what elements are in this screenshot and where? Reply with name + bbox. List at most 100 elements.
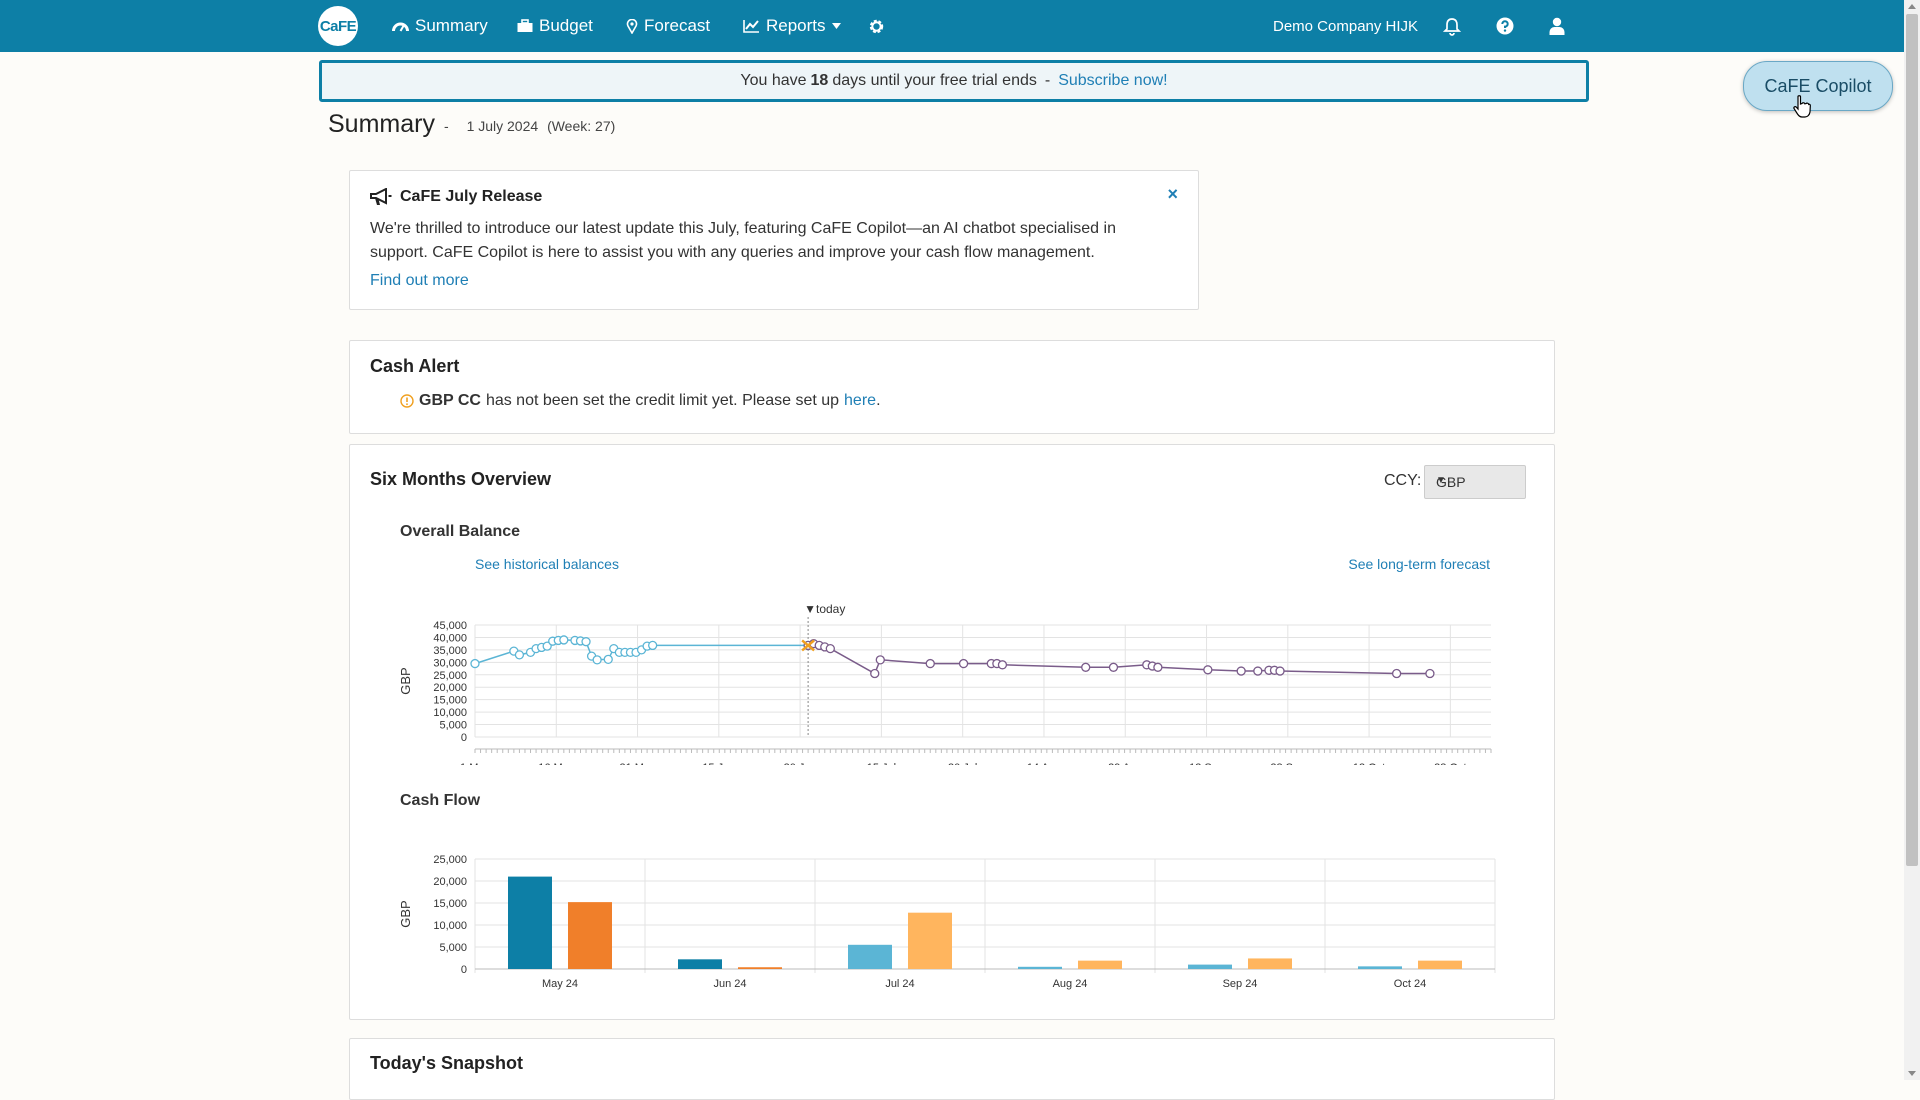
scroll-down-arrow-icon[interactable] [1908, 1071, 1916, 1076]
page-scrollbar[interactable] [1904, 0, 1920, 1080]
trial-separator: - [1044, 72, 1051, 89]
balance-data-point [1203, 665, 1213, 675]
nav-reports[interactable]: Reports [743, 0, 841, 52]
cashflow-bar [1418, 960, 1462, 969]
gear-icon [869, 19, 884, 33]
subscribe-link[interactable]: Subscribe now! [1058, 72, 1167, 90]
balance-x-tick-label: 13 Sep [1189, 762, 1224, 765]
release-header: CaFE July Release [370, 188, 542, 206]
balance-data-point [581, 637, 591, 647]
dashboard-icon [392, 22, 409, 32]
balance-data-point [1153, 662, 1163, 672]
cashflow-bar [908, 912, 952, 969]
location-pin-icon [626, 18, 638, 34]
balance-data-point [825, 643, 835, 654]
warning-circle-icon [400, 394, 414, 408]
cashflow-y-tick-label: 25,000 [433, 854, 467, 866]
line-chart-icon [743, 20, 759, 33]
balance-x-tick-label: 1 May [460, 762, 490, 765]
user-menu-button[interactable] [1549, 0, 1565, 52]
cafe-logo[interactable]: CaFE [318, 6, 358, 46]
cashflow-bar [1078, 960, 1122, 969]
trial-prefix: You have [740, 72, 807, 89]
cashflow-bar [738, 967, 782, 969]
notifications-button[interactable] [1443, 0, 1461, 52]
alert-set-up-link[interactable]: here [844, 392, 876, 409]
cashflow-x-tick-label: Aug 24 [1053, 978, 1088, 990]
chevron-down-icon: ▼ [1436, 475, 1446, 486]
page-date: - 1 July 2024 (Week: 27) [444, 118, 615, 134]
balance-y-tick-label: 35,000 [433, 645, 467, 657]
balance-data-point [559, 635, 569, 645]
today-marker-label: ▼today [804, 602, 845, 616]
balance-data-point [925, 658, 935, 669]
cashflow-x-tick-label: Oct 24 [1394, 978, 1426, 990]
help-button[interactable] [1496, 0, 1514, 52]
cashflow-x-tick-label: Sep 24 [1223, 978, 1258, 990]
trial-suffix: days until your free trial ends [832, 72, 1037, 89]
balance-data-point [514, 650, 525, 660]
nav-summary[interactable]: Summary [392, 0, 488, 52]
find-out-more-link[interactable]: Find out more [370, 272, 469, 290]
ccy-select[interactable]: GBP ▼ [1424, 465, 1526, 499]
nav-settings[interactable] [868, 0, 885, 52]
cashflow-bar [678, 959, 722, 969]
cashflow-y-tick-label: 0 [461, 964, 467, 976]
balance-x-tick-label: 14 Aug [1027, 762, 1061, 765]
balance-data-point [1081, 662, 1091, 672]
cashflow-y-axis-label: GBP [398, 900, 413, 927]
nav-reports-label: Reports [766, 16, 826, 35]
close-icon[interactable]: × [1167, 184, 1178, 205]
balance-x-tick-label: 30 Jul [948, 762, 977, 765]
balance-x-tick-label: 15 Jun [702, 762, 735, 765]
copilot-button[interactable]: CaFE Copilot [1743, 61, 1893, 111]
trial-banner: You have 18 days until your free trial e… [319, 60, 1589, 102]
cash-alert-card: Cash Alert GBP CC has not been set the c… [349, 340, 1555, 434]
cashflow-bar [1188, 964, 1232, 969]
question-circle-icon [1496, 17, 1514, 35]
nav-budget[interactable]: Budget [517, 0, 593, 52]
balance-data-point [997, 660, 1008, 670]
balance-y-tick-label: 0 [461, 732, 467, 744]
historical-balances-link[interactable]: See historical balances [475, 556, 619, 572]
cashflow-x-tick-label: Jul 24 [885, 978, 914, 990]
alert-account: GBP CC [419, 392, 481, 409]
balance-data-point [1391, 668, 1402, 679]
company-name[interactable]: Demo Company HIJK [1273, 0, 1418, 52]
balance-y-tick-label: 40,000 [433, 632, 467, 644]
nav-forecast-label: Forecast [644, 16, 711, 35]
trial-days: 18 [810, 72, 829, 89]
cashflow-bar [848, 944, 892, 969]
bell-icon [1443, 17, 1461, 36]
user-icon [1549, 17, 1565, 35]
balance-data-point [1253, 666, 1263, 676]
scroll-thumb[interactable] [1906, 14, 1918, 866]
balance-y-tick-label: 5,000 [439, 720, 467, 732]
caret-down-icon [831, 23, 841, 29]
nav-forecast[interactable]: Forecast [626, 0, 710, 52]
megaphone-icon [370, 188, 392, 205]
nav-summary-label: Summary [415, 16, 488, 35]
cash-flow-chart: 0 5,000 10,000 15,000 20,000 25,000 GBP May 24 J… [398, 854, 1496, 990]
cashflow-bar [508, 876, 552, 969]
balance-x-tick-label: 31 May [620, 762, 657, 765]
cash-flow-title: Cash Flow [400, 792, 481, 809]
scroll-up-arrow-icon[interactable] [1908, 4, 1916, 9]
cashflow-bar [1248, 958, 1292, 969]
cashflow-x-tick-label: Jun 24 [713, 978, 746, 990]
cash-alert-message: GBP CC has not been set the credit limit… [400, 392, 881, 410]
balance-y-tick-label: 10,000 [433, 707, 467, 719]
balance-y-tick-label: 20,000 [433, 682, 467, 694]
release-notice-card: CaFE July Release × We're thrilled to in… [349, 170, 1199, 310]
page-title: Summary [328, 110, 435, 138]
balance-data-point [875, 655, 885, 665]
overall-balance-title: Overall Balance [400, 523, 521, 540]
long-term-forecast-link[interactable]: See long-term forecast [1348, 556, 1490, 572]
top-navbar: CaFE Summary Budget Forecast Reports Dem… [0, 0, 1904, 52]
balance-x-tick-label: 15 Jul [867, 762, 896, 765]
balance-x-tick-label: 28 Sep [1270, 762, 1305, 765]
cash-alert-title: Cash Alert [370, 356, 460, 376]
cashflow-bar [1358, 966, 1402, 969]
cashflow-bar [1018, 966, 1062, 969]
cashflow-x-tick-label: May 24 [542, 978, 578, 990]
